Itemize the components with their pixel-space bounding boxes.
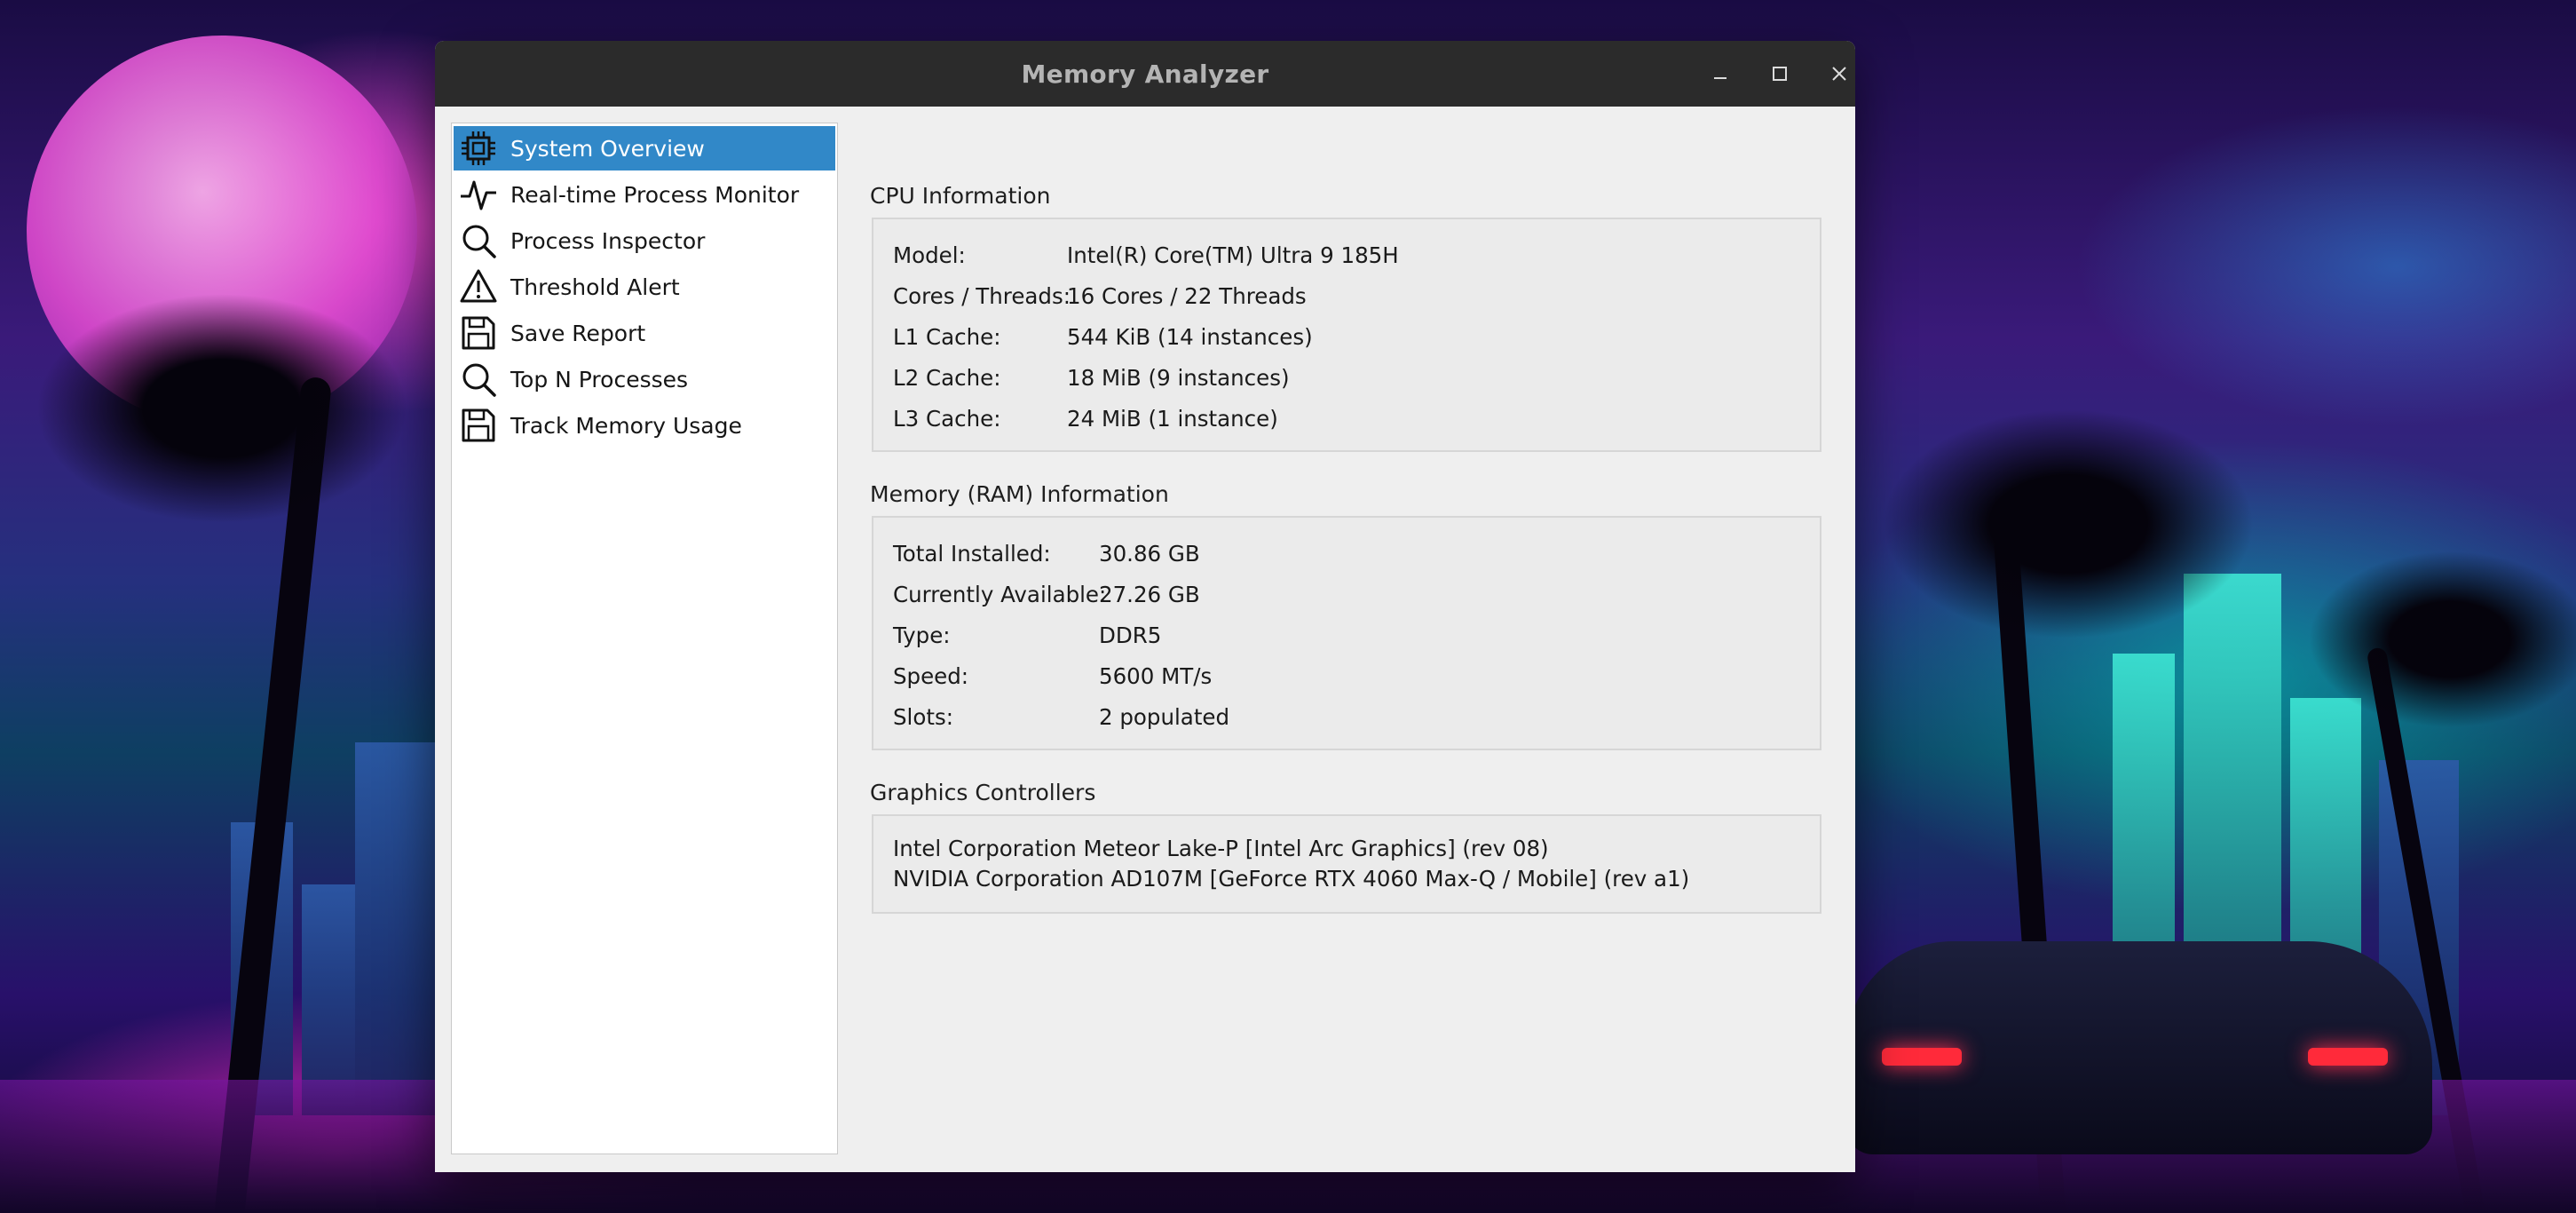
memory-row-available: Currently Available: 27.26 GB — [893, 576, 1200, 612]
close-button[interactable] — [1821, 56, 1855, 91]
sidebar-item-realtime-process-monitor[interactable]: Real-time Process Monitor — [454, 172, 835, 217]
cpu-cores-value: 16 Cores / 22 Threads — [1067, 282, 1307, 309]
cpu-l2-value: 18 MiB (9 instances) — [1067, 364, 1290, 391]
cpu-row-l3: L3 Cache: 24 MiB (1 instance) — [893, 400, 1278, 436]
cpu-cores-label: Cores / Threads: — [893, 282, 1071, 309]
memory-row-total: Total Installed: 30.86 GB — [893, 535, 1200, 571]
car-tail-light — [2308, 1048, 2388, 1066]
cpu-model-label: Model: — [893, 242, 966, 268]
car-tail-light — [1882, 1048, 1962, 1066]
sidebar-item-label: Top N Processes — [510, 366, 689, 392]
sidebar-nav: System Overview Real-time Process Monito… — [451, 123, 838, 1154]
warning-icon — [459, 267, 498, 306]
gpu-line-intel: Intel Corporation Meteor Lake-P [Intel A… — [893, 836, 1549, 861]
cpu-l3-value: 24 MiB (1 instance) — [1067, 405, 1278, 432]
memory-type-value: DDR5 — [1099, 622, 1162, 648]
sidebar-item-label: Process Inspector — [510, 227, 706, 254]
sidebar-item-label: Real-time Process Monitor — [510, 181, 800, 208]
maximize-button[interactable] — [1762, 56, 1798, 91]
cpu-row-cores: Cores / Threads: 16 Cores / 22 Threads — [893, 278, 1307, 313]
wallpaper-car — [1846, 941, 2432, 1154]
memory-slots-label: Slots: — [893, 703, 953, 730]
cpu-row-model: Model: Intel(R) Core(TM) Ultra 9 185H — [893, 237, 1399, 273]
memory-row-speed: Speed: 5600 MT/s — [893, 658, 1212, 694]
minimize-button[interactable] — [1703, 56, 1738, 91]
sidebar-item-track-memory-usage[interactable]: Track Memory Usage — [454, 403, 835, 448]
cpu-row-l1: L1 Cache: 544 KiB (14 instances) — [893, 319, 1313, 354]
minimize-icon — [1714, 77, 1727, 79]
sidebar-item-process-inspector[interactable]: Process Inspector — [454, 218, 835, 263]
memory-info-group: Total Installed: 30.86 GB Currently Avai… — [872, 516, 1821, 750]
wallpaper-palm-crown — [36, 293, 408, 524]
memory-available-value: 27.26 GB — [1099, 581, 1200, 607]
title-bar[interactable]: Memory Analyzer — [435, 41, 1855, 107]
memory-slots-value: 2 populated — [1099, 703, 1230, 730]
sidebar-item-top-n-processes[interactable]: Top N Processes — [454, 357, 835, 401]
maximize-icon — [1773, 67, 1787, 81]
cpu-l3-label: L3 Cache: — [893, 405, 1001, 432]
memory-total-value: 30.86 GB — [1099, 540, 1200, 567]
save-icon — [459, 313, 498, 353]
search-icon — [459, 221, 498, 260]
sidebar-item-threshold-alert[interactable]: Threshold Alert — [454, 265, 835, 309]
cpu-l1-value: 544 KiB (14 instances) — [1067, 323, 1313, 350]
memory-speed-value: 5600 MT/s — [1099, 662, 1213, 689]
graphics-section-title: Graphics Controllers — [870, 780, 1096, 805]
memory-speed-label: Speed: — [893, 662, 969, 689]
save-icon — [459, 406, 498, 445]
sidebar-item-system-overview[interactable]: System Overview — [454, 126, 835, 170]
sidebar-item-label: System Overview — [510, 135, 705, 162]
window-title: Memory Analyzer — [1021, 59, 1269, 89]
sidebar-item-label: Track Memory Usage — [510, 412, 742, 439]
memory-type-label: Type: — [893, 622, 951, 648]
wallpaper-palm-crown — [1882, 408, 2255, 639]
memory-row-type: Type: DDR5 — [893, 617, 1161, 653]
cpu-chip-icon — [459, 129, 498, 168]
pulse-icon — [459, 175, 498, 214]
memory-total-label: Total Installed: — [893, 540, 1051, 567]
memory-available-label: Currently Available: — [893, 581, 1107, 607]
wallpaper-palm-crown — [2308, 551, 2576, 728]
cpu-model-value: Intel(R) Core(TM) Ultra 9 185H — [1067, 242, 1399, 268]
window-client-area: System Overview Real-time Process Monito… — [435, 107, 1855, 1172]
wallpaper-building — [355, 742, 435, 1115]
sidebar-item-label: Save Report — [510, 320, 646, 346]
cpu-l1-label: L1 Cache: — [893, 323, 1001, 350]
sidebar-item-save-report[interactable]: Save Report — [454, 311, 835, 355]
sidebar-item-label: Threshold Alert — [510, 274, 680, 300]
cpu-info-group: Model: Intel(R) Core(TM) Ultra 9 185H Co… — [872, 218, 1821, 452]
gpu-line-nvidia: NVIDIA Corporation AD107M [GeForce RTX 4… — [893, 866, 1690, 892]
app-window: Memory Analyzer System Overview Real-tim… — [435, 41, 1855, 1172]
memory-section-title: Memory (RAM) Information — [870, 481, 1169, 507]
memory-row-slots: Slots: 2 populated — [893, 699, 1229, 734]
search-icon — [459, 360, 498, 399]
cpu-section-title: CPU Information — [870, 183, 1051, 209]
graphics-info-group: Intel Corporation Meteor Lake-P [Intel A… — [872, 814, 1821, 914]
cpu-l2-label: L2 Cache: — [893, 364, 1001, 391]
close-icon — [1832, 67, 1846, 81]
cpu-row-l2: L2 Cache: 18 MiB (9 instances) — [893, 360, 1290, 395]
